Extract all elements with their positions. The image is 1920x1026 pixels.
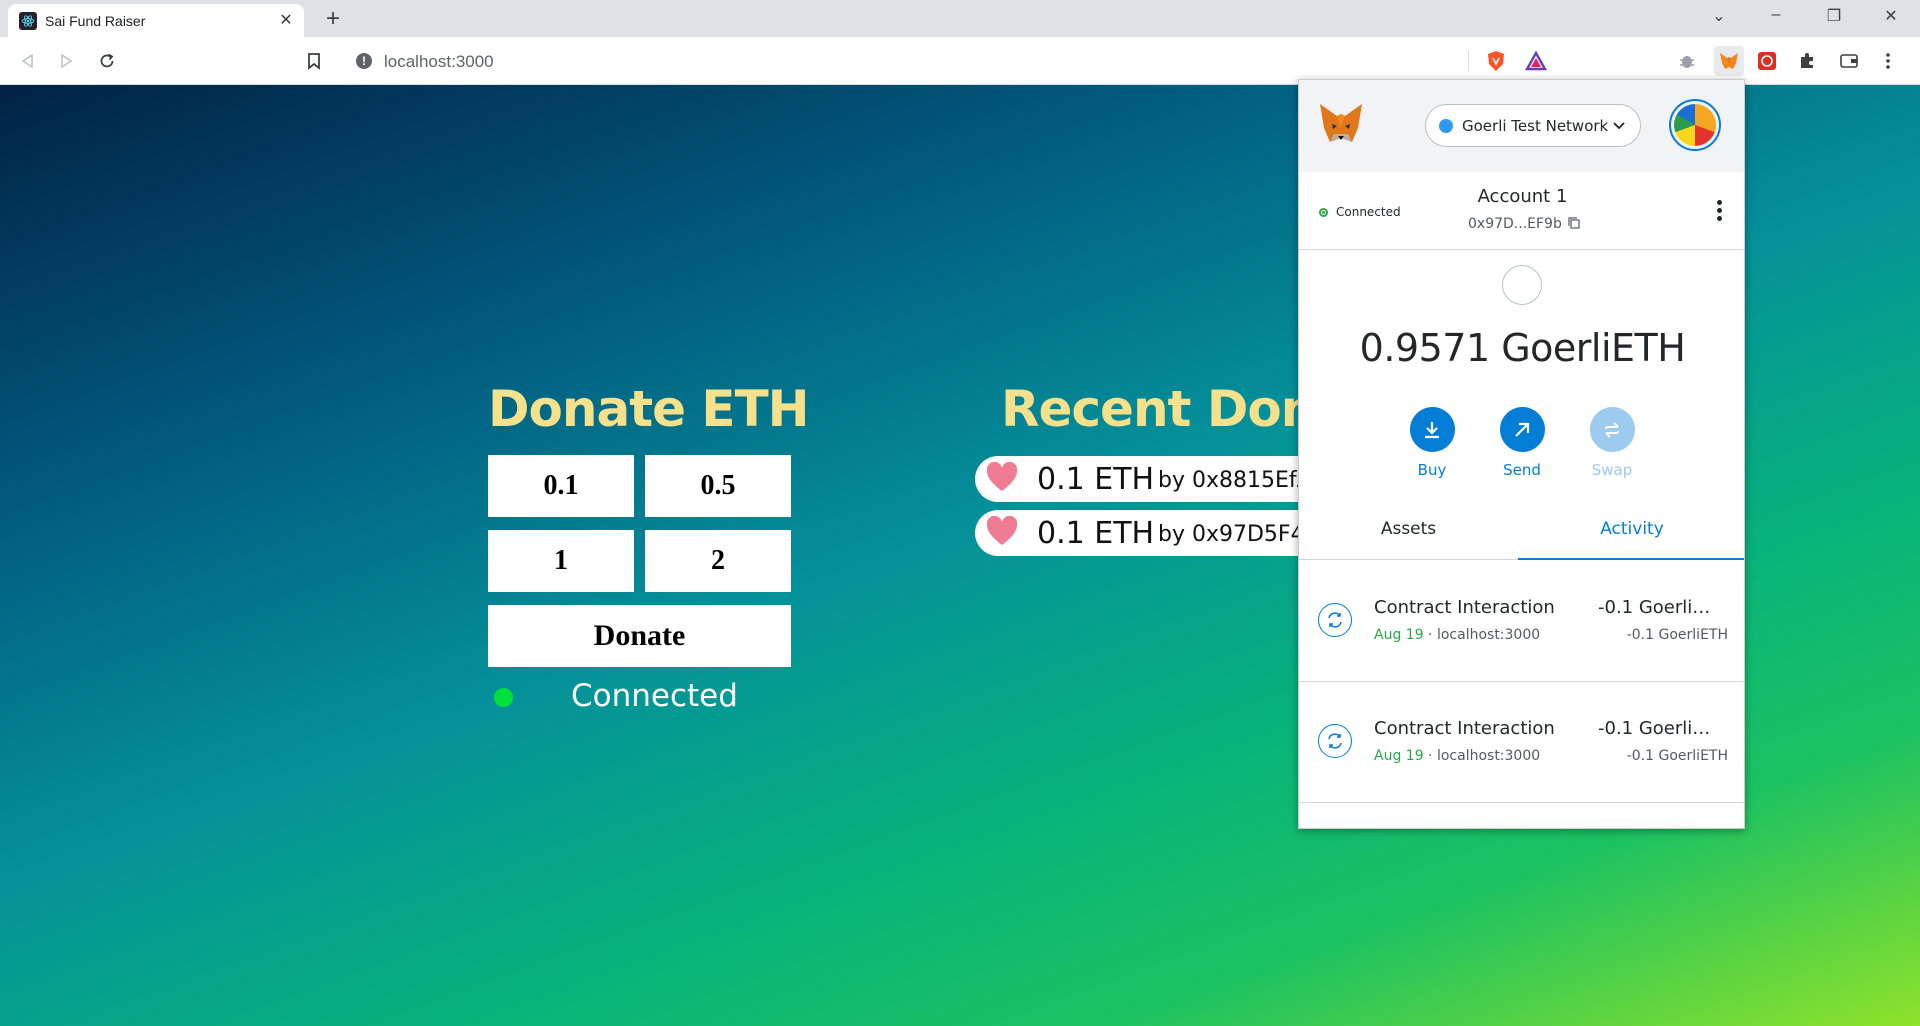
tab-assets[interactable]: Assets (1299, 502, 1518, 560)
browser-menu-icon[interactable] (1876, 49, 1900, 73)
extensions-puzzle-icon[interactable] (1795, 49, 1819, 73)
activity-sub-amount: -0.1 GoerliETH (1626, 748, 1728, 764)
bug-extension-icon[interactable] (1675, 49, 1699, 73)
network-name: Goerli Test Network (1462, 117, 1609, 135)
activity-title: Contract Interaction (1374, 597, 1555, 618)
amount-button-1[interactable]: 1 (488, 530, 634, 592)
send-arrow-icon (1499, 407, 1545, 452)
chevron-down-icon (1612, 117, 1626, 136)
wallet-icon[interactable] (1837, 49, 1861, 73)
connected-status-text[interactable]: Connected (1336, 205, 1401, 219)
red-extension-icon[interactable] (1755, 49, 1779, 73)
brave-shield-icon[interactable] (1484, 49, 1508, 73)
donation-amount: 0.1 ETH (1037, 516, 1155, 551)
new-tab-icon[interactable]: + (320, 5, 346, 33)
amount-button-0.1[interactable]: 0.1 (488, 455, 634, 517)
connection-status-text: Connected (571, 678, 738, 714)
account-options-icon[interactable] (1717, 200, 1723, 224)
network-selector[interactable]: Goerli Test Network (1425, 104, 1641, 147)
site-info-icon[interactable]: ! (356, 53, 372, 69)
account-avatar[interactable] (1669, 99, 1721, 151)
brave-rewards-icon[interactable] (1524, 49, 1548, 73)
react-logo-icon (19, 12, 37, 30)
tab-activity[interactable]: Activity (1518, 502, 1744, 560)
connection-status-dot (494, 688, 513, 707)
send-label: Send (1503, 461, 1541, 479)
account-address[interactable]: 0x97D...EF9b (1468, 216, 1580, 232)
metamask-fox-icon[interactable] (1318, 102, 1364, 150)
metamask-header: Goerli Test Network (1299, 80, 1744, 172)
metamask-extension-icon[interactable] (1714, 46, 1744, 76)
back-icon[interactable] (15, 49, 39, 73)
wallet-tabs: Assets Activity (1299, 502, 1744, 560)
buy-label: Buy (1417, 461, 1447, 479)
url-text: localhost:3000 (384, 52, 494, 71)
activity-sub-amount: -0.1 GoerliETH (1626, 627, 1728, 643)
download-icon (1409, 407, 1455, 452)
browser-toolbar: ! localhost:3000 (0, 37, 1920, 85)
close-window-icon[interactable]: ✕ (1871, 6, 1911, 26)
close-tab-icon[interactable]: ✕ (276, 10, 296, 30)
copy-icon (1568, 217, 1580, 229)
browser-tab[interactable]: Sai Fund Raiser ✕ (8, 4, 304, 37)
donate-title: Donate ETH (488, 380, 810, 438)
account-balance: 0.9571 GoerliETH (1359, 326, 1686, 370)
reload-icon[interactable] (95, 49, 119, 73)
network-dot (1439, 119, 1453, 133)
activity-title: Contract Interaction (1374, 718, 1555, 739)
heart-icon (985, 515, 1019, 553)
send-button[interactable]: Send (1487, 407, 1557, 479)
address-bar[interactable]: ! localhost:3000 (342, 43, 1558, 79)
bookmark-icon[interactable] (302, 49, 326, 73)
activity-amount: -0.1 GoerliETH (1598, 718, 1718, 739)
swap-button[interactable]: Swap (1577, 407, 1647, 479)
address-bar-divider (1468, 51, 1469, 71)
account-name[interactable]: Account 1 (1299, 186, 1744, 207)
account-bar: Connected Account 1 0x97D...EF9b (1299, 172, 1744, 250)
activity-date: Aug 19 · localhost:3000 (1374, 748, 1541, 764)
donation-row: 0.1 ETH by 0x97D5F45 (975, 510, 1335, 556)
donation-row: 0.1 ETH by 0x8815EfAc (975, 456, 1335, 502)
connected-status-icon (1319, 208, 1328, 217)
tab-search-icon[interactable]: ⌄ (1699, 6, 1739, 26)
buy-button[interactable]: Buy (1397, 407, 1467, 479)
swap-label: Swap (1591, 461, 1633, 479)
amount-button-0.5[interactable]: 0.5 (645, 455, 791, 517)
account-address-text: 0x97D...EF9b (1468, 216, 1562, 232)
swap-icon (1589, 407, 1635, 452)
donation-amount: 0.1 ETH (1037, 462, 1155, 497)
browser-tab-bar: Sai Fund Raiser ✕ + ⌄ – ❐ ✕ (0, 0, 1920, 37)
donate-button[interactable]: Donate (488, 605, 791, 667)
forward-icon[interactable] (55, 49, 79, 73)
minimize-icon[interactable]: – (1756, 6, 1796, 24)
metamask-popup: Goerli Test Network Connected Account 1 … (1298, 79, 1745, 829)
activity-date: Aug 19 · localhost:3000 (1374, 627, 1541, 643)
restore-icon[interactable]: ❐ (1814, 6, 1854, 26)
tab-title: Sai Fund Raiser (45, 13, 146, 29)
activity-item[interactable]: Contract Interaction Aug 19 · localhost:… (1299, 561, 1744, 682)
contract-interaction-icon (1318, 724, 1352, 758)
heart-icon (985, 461, 1019, 499)
activity-amount: -0.1 GoerliETH (1598, 597, 1718, 618)
activity-item[interactable]: Contract Interaction Aug 19 · localhost:… (1299, 682, 1744, 803)
token-icon (1502, 265, 1542, 305)
contract-interaction-icon (1318, 603, 1352, 637)
amount-button-2[interactable]: 2 (645, 530, 791, 592)
donation-donor: by 0x97D5F45 (1158, 522, 1319, 547)
